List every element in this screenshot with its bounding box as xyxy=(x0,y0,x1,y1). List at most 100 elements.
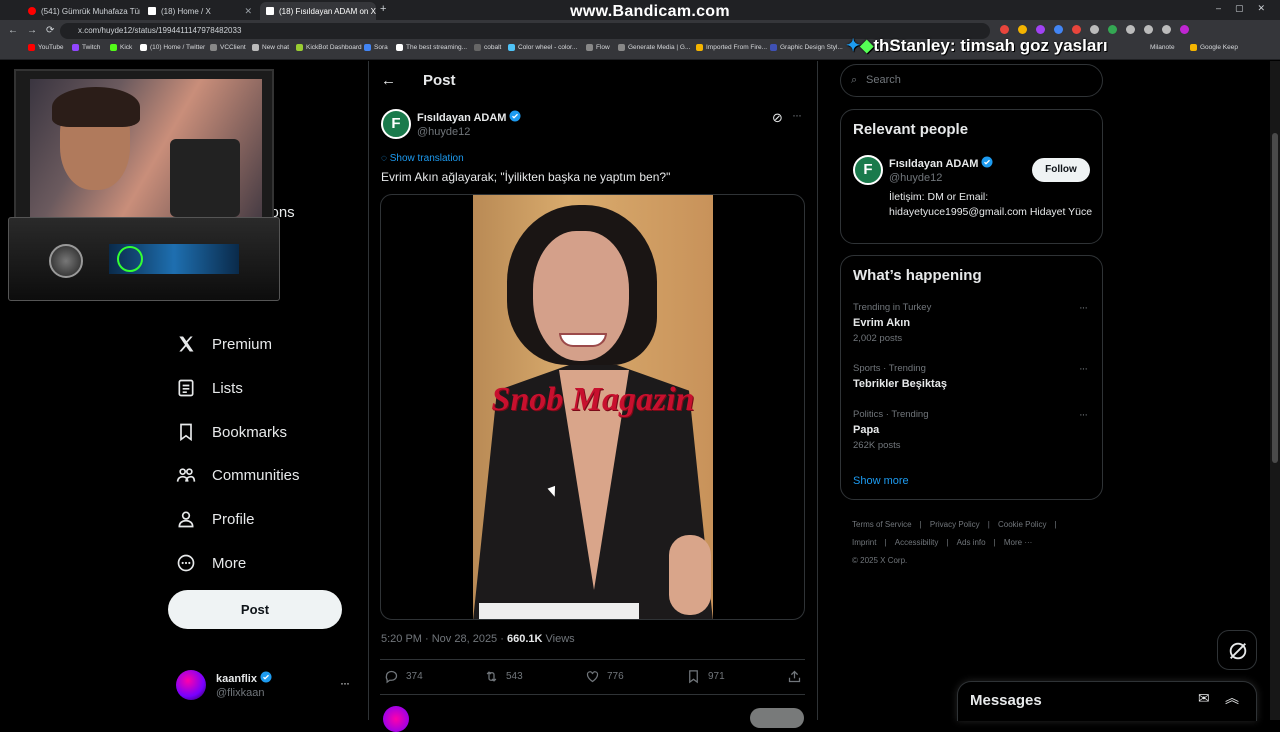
bookmark-button[interactable]: 971 xyxy=(686,669,725,684)
bookmark-item[interactable]: Graphic Design Styl... xyxy=(770,44,843,51)
page-title: Post xyxy=(423,72,456,89)
post-meta: 5:20 PM · Nov 28, 2025 · 660.1K Views xyxy=(381,633,575,645)
bookmark-item[interactable]: Google Keep xyxy=(1190,44,1238,51)
woman-smile xyxy=(559,333,607,347)
author-avatar[interactable]: F xyxy=(381,109,411,139)
chevron-up-icon[interactable]: ︽ xyxy=(1225,688,1239,708)
bookmark-item[interactable]: Kick xyxy=(110,44,132,51)
car-stereo-overlay xyxy=(8,217,280,301)
profile-icon xyxy=(178,511,194,528)
verified-badge-icon xyxy=(509,110,521,122)
person-name[interactable]: Fısıldayan ADAM xyxy=(889,156,993,170)
person-handle[interactable]: @huyde12 xyxy=(889,172,942,184)
sparkle-icon: ✦ xyxy=(846,36,861,55)
sidebar-item-bookmarks[interactable]: Bookmarks xyxy=(176,420,287,444)
bookmark-item[interactable]: Imported From Fire... xyxy=(696,44,767,51)
whats-happening-panel: What’s happening Trending in Turkey Evri… xyxy=(840,255,1103,500)
bookmark-item[interactable]: Milanote xyxy=(1150,44,1175,51)
woman-hand xyxy=(669,535,711,615)
post-button[interactable]: Post xyxy=(168,590,342,629)
author-name[interactable]: Fısıldayan ADAM xyxy=(417,110,521,124)
bookmark-item[interactable]: Twitch xyxy=(72,44,100,51)
repost-button[interactable]: 543 xyxy=(484,669,523,684)
diamond-icon: ◆ xyxy=(860,36,874,55)
search-input[interactable]: ⌕ Search xyxy=(840,64,1103,97)
bookmark-item[interactable]: Color wheel - color... xyxy=(508,44,577,51)
volume-knob xyxy=(49,244,83,278)
footer-link[interactable]: Terms of Service xyxy=(852,520,912,529)
reply-button-partial[interactable] xyxy=(750,708,804,728)
webcam-frame xyxy=(14,69,274,224)
share-button[interactable] xyxy=(787,669,809,684)
sidebar-item-communities[interactable]: Communities xyxy=(176,463,300,487)
more-dots-icon[interactable]: ··· xyxy=(792,108,802,122)
grok-icon xyxy=(1229,642,1247,660)
sidebar-item-more[interactable]: More xyxy=(176,551,246,575)
account-name: kaanflix xyxy=(216,671,272,685)
messages-drawer[interactable]: Messages ✉ ︽ xyxy=(957,681,1257,721)
x-logo-icon xyxy=(179,336,194,352)
sidebar-item-premium[interactable]: Premium xyxy=(176,332,272,356)
share-icon xyxy=(788,670,801,683)
views-label: Views xyxy=(545,633,575,645)
footer-link[interactable]: Accessibility xyxy=(895,538,939,547)
new-message-icon[interactable]: ✉ xyxy=(1198,690,1210,707)
equalizer-ring xyxy=(117,246,143,272)
show-more-link[interactable]: Show more xyxy=(853,475,909,487)
more-dots-icon[interactable]: ··· xyxy=(1079,302,1088,314)
more-dots-icon[interactable]: ··· xyxy=(340,676,350,690)
person-avatar[interactable]: F xyxy=(853,155,883,185)
page-scrollbar[interactable] xyxy=(1270,61,1280,720)
footer-link[interactable]: Imprint xyxy=(852,538,876,547)
reply-button[interactable]: 374 xyxy=(384,669,423,684)
trend-item[interactable]: Trending in Turkey Evrim Akın 2,002 post… xyxy=(853,302,1093,344)
grok-icon[interactable]: ⊘ xyxy=(772,110,783,126)
more-dots-icon[interactable]: ··· xyxy=(1079,409,1088,421)
stream-chat-overlay: ✦◆thStanley: timsah goz yasları xyxy=(846,36,1108,55)
bookmark-item[interactable]: Sora xyxy=(364,44,388,51)
divider xyxy=(380,659,805,660)
copyright: © 2025 X Corp. xyxy=(852,556,908,565)
show-translation-link[interactable]: ◌ Show translation xyxy=(381,153,464,164)
footer-link[interactable]: Cookie Policy xyxy=(998,520,1046,529)
bookmark-item[interactable]: Generate Media | G... xyxy=(618,44,690,51)
sidebar-item-lists[interactable]: Lists xyxy=(176,376,243,400)
grok-button[interactable] xyxy=(1217,630,1257,670)
relevant-people-title: Relevant people xyxy=(853,121,969,138)
bookmark-item[interactable]: KickBot Dashboard xyxy=(296,44,362,51)
account-switcher[interactable]: kaanflix @flixkaan ··· xyxy=(176,670,356,706)
person-bio: İletişim: DM or Email: hidayetyuce1995@g… xyxy=(889,191,1093,218)
trend-item[interactable]: Sports · Trending Tebrikler Beşiktaş ··· xyxy=(853,363,1093,390)
footer-link[interactable]: More ··· xyxy=(1004,538,1032,547)
bookmark-item[interactable]: YouTube xyxy=(28,44,64,51)
extension-icons[interactable] xyxy=(1000,25,1189,34)
footer-links: Terms of Service | Privacy Policy | Cookie… xyxy=(852,516,1102,570)
streamer-hair xyxy=(52,87,140,127)
sidebar-item-profile[interactable]: Profile xyxy=(176,507,255,531)
microphone-arm xyxy=(170,139,240,217)
trend-item[interactable]: Politics · Trending Papa 262K posts ··· xyxy=(853,409,1093,451)
author-handle[interactable]: @huyde12 xyxy=(417,126,470,138)
like-button[interactable]: 776 xyxy=(585,669,624,684)
bookmark-item[interactable]: Flow xyxy=(586,44,610,51)
scrollbar-thumb[interactable] xyxy=(1272,133,1278,463)
video-frame: Snob Magazin xyxy=(473,195,713,619)
post-video[interactable]: Snob Magazin xyxy=(380,194,805,620)
bookmark-item[interactable]: New chat xyxy=(252,44,289,51)
nav-buttons[interactable]: ←→⟳ xyxy=(8,25,63,36)
bookmark-item[interactable]: VCClient xyxy=(210,44,246,51)
bookmark-item[interactable]: cobalt xyxy=(474,44,501,51)
bookmark-icon xyxy=(689,670,698,684)
footer-link[interactable]: Privacy Policy xyxy=(930,520,980,529)
whats-happening-title: What’s happening xyxy=(853,267,982,284)
avatar xyxy=(176,670,206,700)
recording-watermark: www.Bandicam.com xyxy=(570,3,730,20)
more-dots-icon[interactable]: ··· xyxy=(1079,363,1088,375)
back-arrow-icon[interactable]: ← xyxy=(381,72,396,89)
bookmark-icon xyxy=(180,423,192,442)
follow-button[interactable]: Follow xyxy=(1032,158,1090,182)
footer-link[interactable]: Ads info xyxy=(957,538,986,547)
bookmark-item[interactable]: (10) Home / Twitter xyxy=(140,44,205,51)
relevant-people-panel: Relevant people F Fısıldayan ADAM @huyde… xyxy=(840,109,1103,244)
bookmark-item[interactable]: The best streaming... xyxy=(396,44,467,51)
